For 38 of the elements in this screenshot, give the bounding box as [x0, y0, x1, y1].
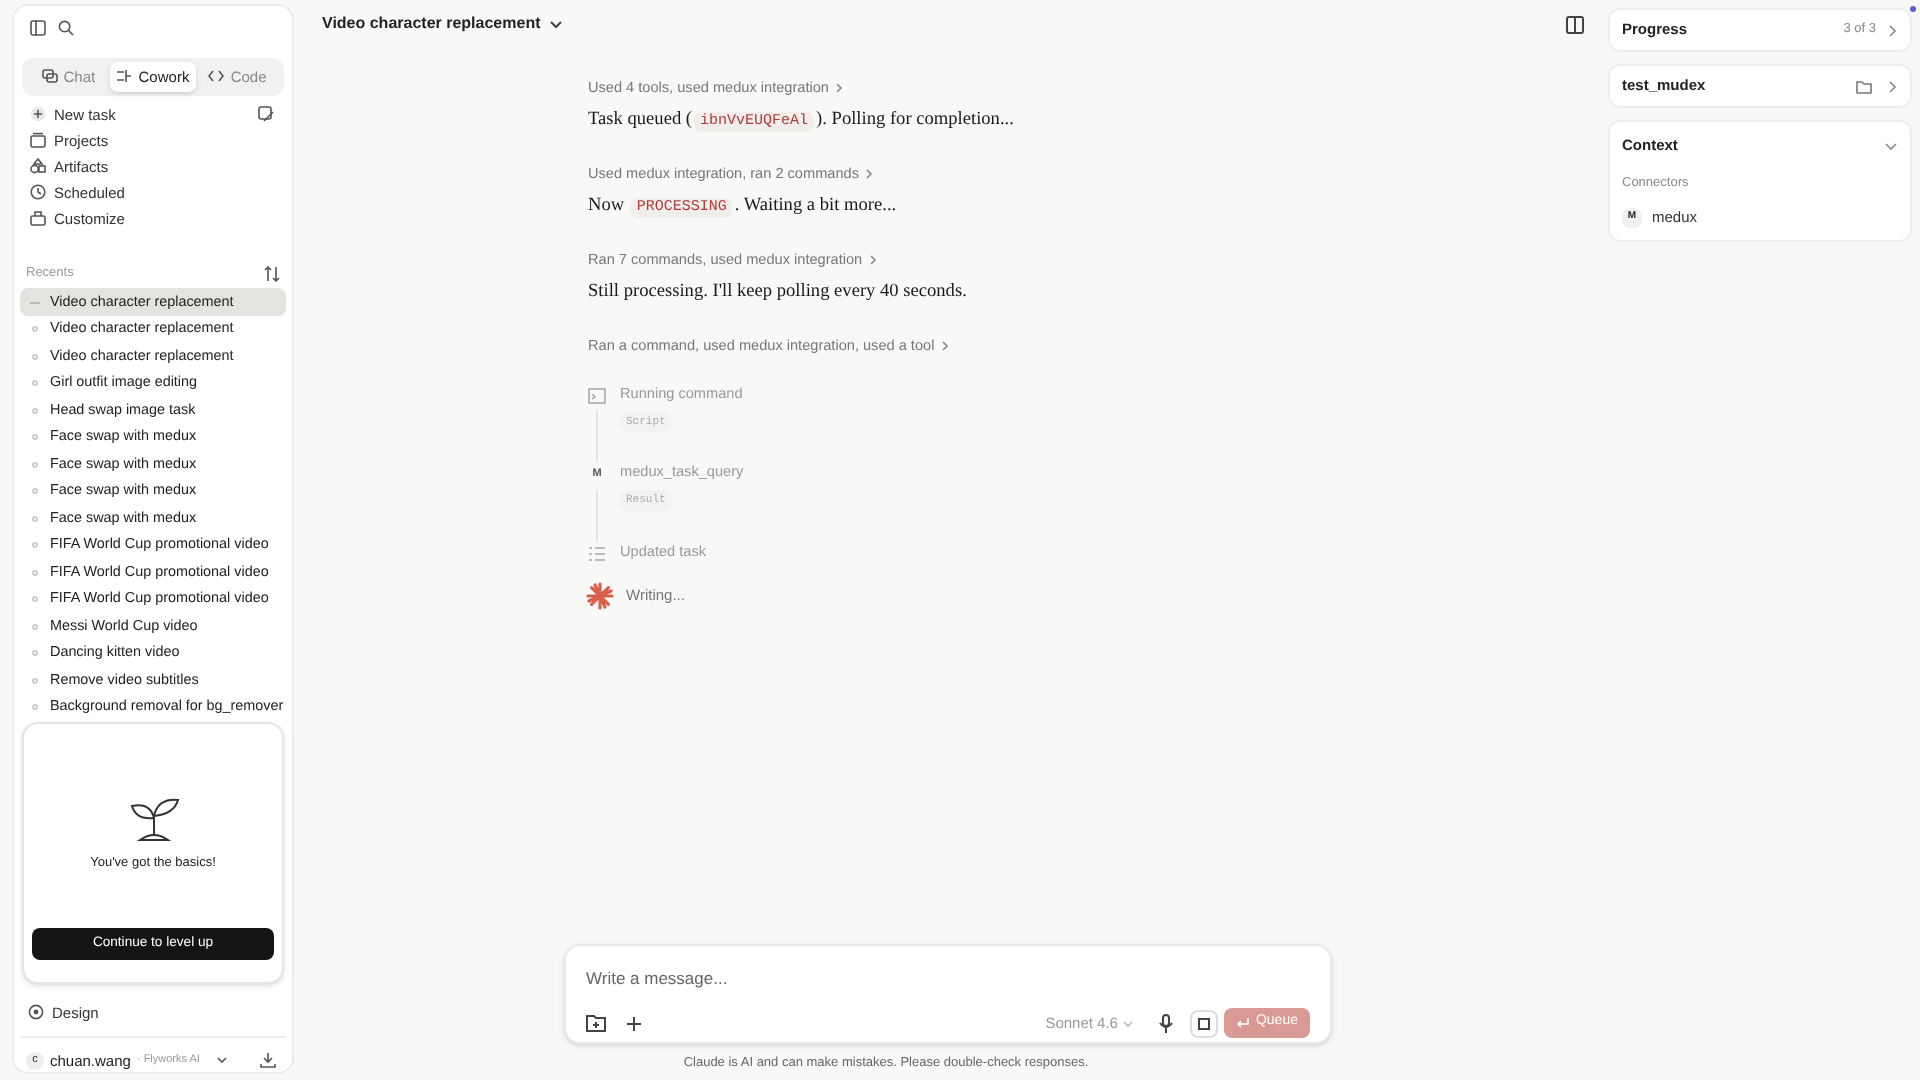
terminal-icon — [588, 388, 606, 404]
compose-icon — [258, 106, 274, 123]
chevron-right-icon — [834, 82, 845, 94]
search-icon — [58, 19, 74, 36]
folder-icon — [1856, 79, 1872, 93]
chevron-right-icon — [1886, 79, 1898, 93]
clock-icon — [30, 184, 46, 201]
download-icon — [260, 1052, 276, 1069]
palette-icon — [28, 1004, 44, 1021]
stop-button[interactable] — [1189, 1009, 1218, 1037]
chevron-down-icon — [215, 1054, 228, 1067]
briefcase-icon — [30, 210, 46, 227]
spark-icon — [586, 581, 614, 609]
chevron-right-icon — [864, 168, 875, 180]
folder-icon[interactable] — [586, 1014, 606, 1032]
panel-toggle-icon[interactable] — [1566, 15, 1584, 33]
chevron-right-icon — [1886, 23, 1898, 37]
plus-icon[interactable] — [626, 1015, 642, 1031]
folder-icon — [30, 132, 46, 149]
shapes-icon — [30, 158, 46, 175]
chevron-right-icon — [940, 340, 951, 352]
message-input[interactable]: Write a message... — [586, 966, 1186, 992]
conversation-title[interactable]: Video character replacement — [322, 12, 541, 36]
enter-icon — [1235, 1016, 1250, 1030]
chevron-down-icon[interactable] — [548, 16, 565, 32]
code-brackets-icon — [208, 68, 225, 85]
stop-icon — [1197, 1017, 1210, 1029]
chevron-down-icon — [1121, 1017, 1134, 1029]
sort-icon — [264, 265, 280, 282]
sliders-icon — [116, 68, 133, 85]
assistant-message: Still processing. I'll keep polling every 40 seconds. — [588, 280, 969, 306]
sidebar-toggle-icon — [30, 19, 46, 36]
plus-icon — [30, 106, 46, 123]
chevron-right-icon — [868, 254, 879, 266]
chat-bubbles-icon — [41, 68, 58, 85]
chevron-down-icon — [1884, 139, 1898, 152]
list-icon — [588, 545, 606, 561]
microphone-icon[interactable] — [1157, 1013, 1174, 1033]
